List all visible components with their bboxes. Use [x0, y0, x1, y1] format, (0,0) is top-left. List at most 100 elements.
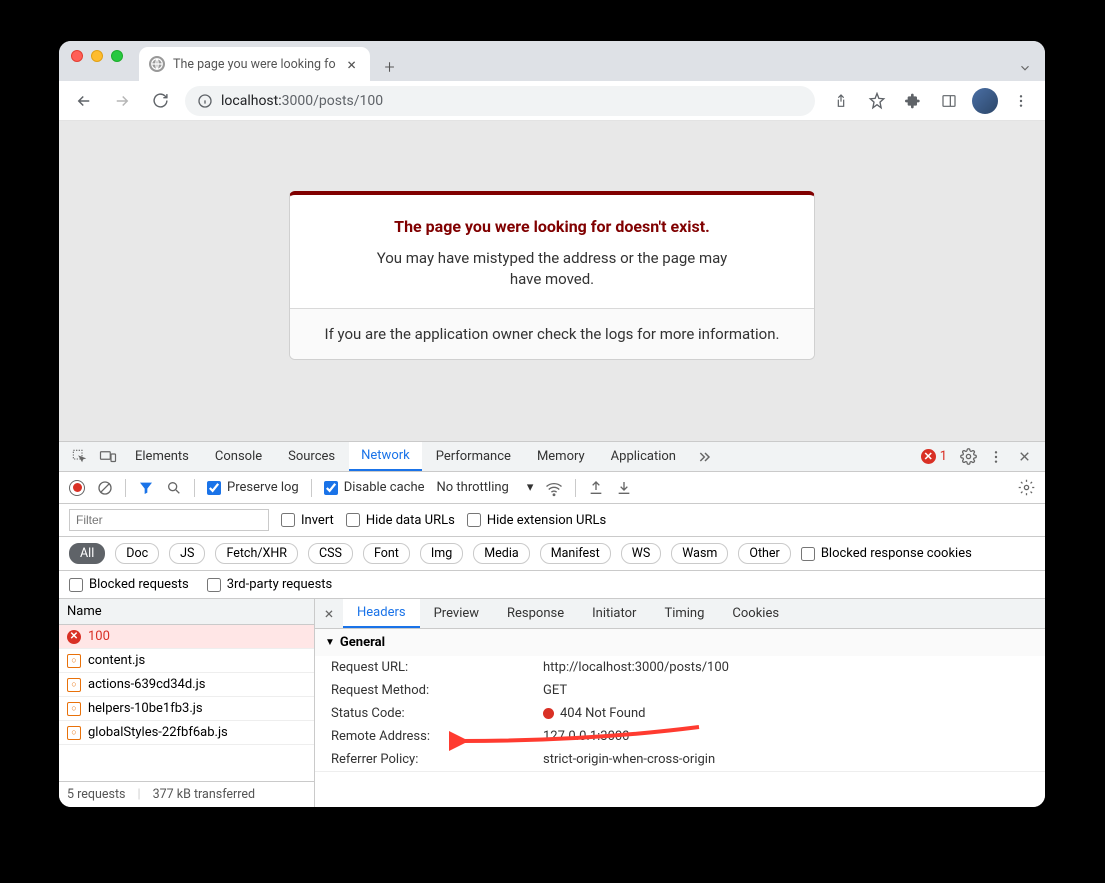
pill-manifest[interactable]: Manifest — [540, 543, 611, 564]
more-tabs-icon[interactable] — [690, 444, 716, 470]
blocked-cookies-checkbox[interactable]: Blocked response cookies — [801, 546, 972, 561]
filter-icon[interactable] — [138, 480, 154, 496]
third-party-checkbox[interactable]: 3rd-party requests — [207, 577, 333, 592]
close-detail-icon[interactable]: × — [315, 604, 343, 623]
forward-button[interactable] — [105, 84, 139, 118]
request-row[interactable]: ○content.js — [59, 649, 314, 673]
hide-data-urls-checkbox[interactable]: Hide data URLs — [346, 513, 455, 528]
new-tab-button[interactable]: + — [376, 53, 404, 81]
browser-menu-icon[interactable] — [1005, 85, 1037, 117]
tab-application[interactable]: Application — [599, 443, 688, 470]
detail-tab-headers[interactable]: Headers — [343, 599, 420, 628]
js-file-icon: ○ — [67, 702, 81, 716]
url-input[interactable]: localhost:3000/posts/100 — [185, 86, 815, 116]
download-icon[interactable] — [616, 480, 632, 496]
tab-console[interactable]: Console — [203, 443, 274, 470]
network-body: Name ✕100 ○content.js ○actions-639cd34d.… — [59, 599, 1045, 807]
close-tab-button[interactable]: × — [344, 56, 360, 72]
close-devtools-icon[interactable] — [1011, 444, 1037, 470]
tab-performance[interactable]: Performance — [424, 443, 523, 470]
request-row[interactable]: ○globalStyles-22fbf6ab.js — [59, 721, 314, 745]
side-panel-icon[interactable] — [933, 85, 965, 117]
settings-icon[interactable] — [955, 444, 981, 470]
close-window-button[interactable] — [71, 50, 83, 62]
error-card: The page you were looking for doesn't ex… — [289, 191, 815, 360]
request-method-value: GET — [543, 683, 567, 698]
url-path: 3000/posts/100 — [282, 93, 384, 109]
status-code-value: 404 Not Found — [543, 706, 645, 721]
reload-button[interactable] — [143, 84, 177, 118]
site-info-icon[interactable] — [197, 93, 213, 109]
bookmark-star-icon[interactable] — [861, 85, 893, 117]
pill-css[interactable]: CSS — [308, 543, 353, 564]
browser-tab[interactable]: The page you were looking fo × — [139, 47, 370, 81]
request-method-label: Request Method: — [331, 683, 543, 698]
tab-memory[interactable]: Memory — [525, 443, 597, 470]
tab-network[interactable]: Network — [349, 442, 422, 471]
detail-tab-initiator[interactable]: Initiator — [578, 600, 650, 627]
devtools-menu-icon[interactable] — [983, 444, 1009, 470]
pill-media[interactable]: Media — [473, 543, 529, 564]
clear-button[interactable] — [97, 480, 113, 496]
hide-extension-urls-checkbox[interactable]: Hide extension URLs — [467, 513, 606, 528]
devtools-tab-strip: Elements Console Sources Network Perform… — [59, 442, 1045, 472]
browser-window: The page you were looking fo × + localho… — [59, 41, 1045, 807]
record-button[interactable] — [69, 480, 85, 496]
extra-filter-bar: Blocked requests 3rd-party requests — [59, 571, 1045, 599]
tab-title: The page you were looking fo — [173, 57, 336, 72]
back-button[interactable] — [67, 84, 101, 118]
address-bar: localhost:3000/posts/100 — [59, 81, 1045, 121]
request-detail: × Headers Preview Response Initiator Tim… — [315, 599, 1045, 807]
maximize-window-button[interactable] — [111, 50, 123, 62]
request-row[interactable]: ✕100 — [59, 625, 314, 649]
throttling-select[interactable]: No throttling▾ — [437, 480, 534, 495]
network-settings-icon[interactable] — [1018, 479, 1035, 496]
pill-wasm[interactable]: Wasm — [671, 543, 728, 564]
tab-elements[interactable]: Elements — [123, 443, 201, 470]
request-list: Name ✕100 ○content.js ○actions-639cd34d.… — [59, 599, 315, 807]
search-icon[interactable] — [166, 480, 182, 496]
chevron-down-icon[interactable] — [1005, 61, 1045, 75]
general-section: ▼General Request URL:http://localhost:30… — [315, 629, 1045, 772]
request-url-value: http://localhost:3000/posts/100 — [543, 660, 729, 675]
general-header[interactable]: ▼General — [315, 629, 1045, 656]
extensions-icon[interactable] — [897, 85, 929, 117]
blocked-requests-checkbox[interactable]: Blocked requests — [69, 577, 189, 592]
pill-font[interactable]: Font — [363, 543, 410, 564]
detail-tab-timing[interactable]: Timing — [650, 600, 718, 627]
js-file-icon: ○ — [67, 726, 81, 740]
minimize-window-button[interactable] — [91, 50, 103, 62]
error-icon: ✕ — [67, 630, 81, 644]
upload-icon[interactable] — [588, 480, 604, 496]
pill-doc[interactable]: Doc — [115, 543, 159, 564]
status-dot-icon — [543, 708, 554, 719]
pill-fetch-xhr[interactable]: Fetch/XHR — [215, 543, 298, 564]
profile-avatar[interactable] — [969, 85, 1001, 117]
pill-all[interactable]: All — [69, 543, 105, 564]
favicon-globe-icon — [149, 56, 165, 72]
pill-other[interactable]: Other — [738, 543, 790, 564]
error-badge[interactable]: ✕1 — [921, 449, 947, 464]
preserve-log-checkbox[interactable]: Preserve log — [207, 480, 299, 495]
invert-checkbox[interactable]: Invert — [281, 513, 334, 528]
tab-sources[interactable]: Sources — [276, 443, 347, 470]
filter-input[interactable] — [69, 509, 269, 531]
network-conditions-icon[interactable] — [545, 479, 563, 497]
error-footer: If you are the application owner check t… — [290, 308, 814, 359]
column-name[interactable]: Name — [59, 599, 314, 625]
inspect-element-icon[interactable] — [67, 444, 93, 470]
device-toolbar-icon[interactable] — [95, 444, 121, 470]
share-icon[interactable] — [825, 85, 857, 117]
detail-tab-preview[interactable]: Preview — [420, 600, 493, 627]
pill-img[interactable]: Img — [420, 543, 463, 564]
detail-tab-cookies[interactable]: Cookies — [718, 600, 793, 627]
pill-ws[interactable]: WS — [621, 543, 662, 564]
js-file-icon: ○ — [67, 654, 81, 668]
resource-type-filter: All Doc JS Fetch/XHR CSS Font Img Media … — [59, 537, 1045, 571]
request-row[interactable]: ○actions-639cd34d.js — [59, 673, 314, 697]
detail-tab-response[interactable]: Response — [493, 600, 578, 627]
disable-cache-checkbox[interactable]: Disable cache — [324, 480, 425, 495]
request-row[interactable]: ○helpers-10be1fb3.js — [59, 697, 314, 721]
error-heading: The page you were looking for doesn't ex… — [314, 217, 790, 236]
pill-js[interactable]: JS — [169, 543, 205, 564]
